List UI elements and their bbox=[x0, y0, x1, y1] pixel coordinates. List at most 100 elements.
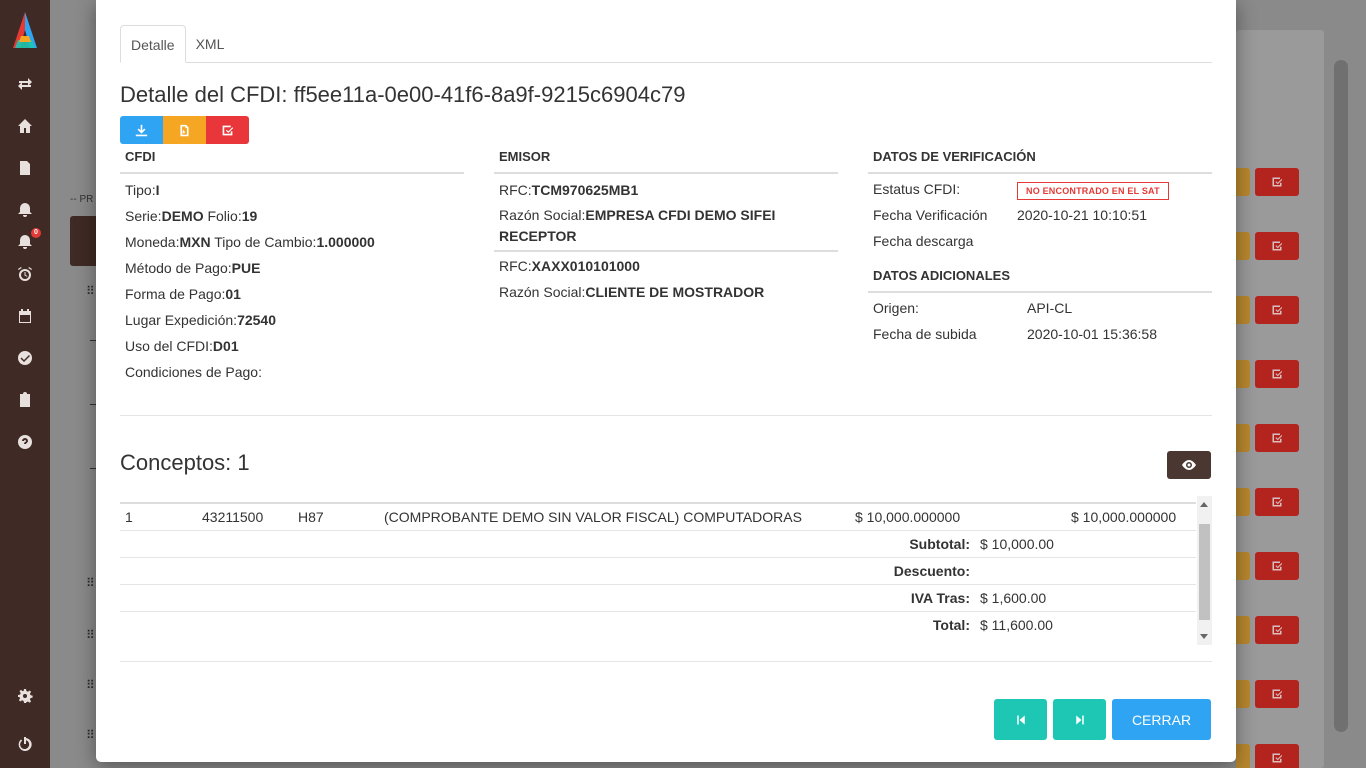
total-row: Total: $ 11,600.00 bbox=[120, 612, 1196, 639]
iva-label: IVA Tras: bbox=[910, 590, 970, 606]
iva-row: IVA Tras: $ 1,600.00 bbox=[120, 585, 1196, 612]
background-verify-button bbox=[1255, 616, 1299, 644]
receptor-heading: RECEPTOR bbox=[499, 228, 577, 244]
iva-value: $ 1,600.00 bbox=[980, 590, 1047, 606]
fecha-subida-value: 2020-10-01 15:36:58 bbox=[1027, 326, 1157, 342]
moneda-value: MXN bbox=[179, 234, 211, 250]
bell-alert-icon[interactable]: 0 bbox=[15, 228, 41, 252]
close-button[interactable]: CERRAR bbox=[1112, 699, 1211, 740]
background-verify-button bbox=[1255, 680, 1299, 708]
bell-icon[interactable] bbox=[15, 200, 35, 220]
next-button[interactable] bbox=[1053, 699, 1106, 740]
eye-icon bbox=[1182, 460, 1196, 470]
subtotal-row: Subtotal: $ 10,000.00 bbox=[120, 531, 1196, 558]
tab-xml[interactable]: XML bbox=[186, 25, 235, 63]
scroll-down-icon[interactable] bbox=[1200, 634, 1208, 639]
toggle-columns-button[interactable] bbox=[1167, 451, 1211, 479]
calendar-icon[interactable] bbox=[15, 306, 35, 326]
background-scrollbar[interactable] bbox=[1334, 60, 1348, 732]
background-verify-button bbox=[1255, 488, 1299, 516]
skip-previous-icon bbox=[1016, 715, 1025, 724]
settings-icon[interactable] bbox=[15, 686, 35, 706]
swap-icon[interactable] bbox=[15, 74, 35, 94]
verification-section: DATOS DE VERIFICACIÓN Estatus CFDI: NO EN… bbox=[868, 146, 1212, 347]
table-row: 1 43211500 H87 (COMPROBANTE DEMO SIN VAL… bbox=[120, 504, 1196, 531]
fecha-descarga-label: Fecha descarga bbox=[873, 233, 974, 249]
verify-button[interactable] bbox=[206, 116, 249, 144]
background-orange-button bbox=[1236, 680, 1250, 708]
power-icon[interactable] bbox=[15, 734, 35, 754]
home-icon[interactable] bbox=[15, 116, 35, 136]
forma-pago-value: 01 bbox=[225, 286, 241, 302]
pdf-file-icon bbox=[180, 124, 189, 136]
skip-next-icon bbox=[1075, 715, 1084, 724]
emisor-section: EMISOR RFC:TCM970625MB1 Razón Social:EMP… bbox=[494, 146, 838, 305]
serie-folio-field: Serie:DEMO Folio:19 bbox=[120, 203, 464, 229]
scroll-thumb[interactable] bbox=[1199, 524, 1210, 620]
previous-button[interactable] bbox=[994, 699, 1047, 740]
background-verify-button bbox=[1255, 232, 1299, 260]
estatus-label: Estatus CFDI: bbox=[873, 181, 961, 197]
background-drag-handle: ⠿ bbox=[86, 284, 95, 298]
tipo-cambio-label: Tipo de Cambio: bbox=[214, 234, 317, 250]
uso-cfdi-field: Uso del CFDI:D01 bbox=[120, 333, 464, 359]
cantidad-cell: 1 bbox=[125, 509, 133, 525]
background-verify-button bbox=[1255, 296, 1299, 324]
lugar-expedicion-value: 72540 bbox=[237, 312, 277, 328]
page-title: Detalle del CFDI: ff5ee11a-0e00-41f6-8a9… bbox=[120, 82, 686, 107]
background-verify-button bbox=[1255, 424, 1299, 452]
download-xml-button[interactable] bbox=[120, 116, 163, 144]
table-scrollbar[interactable] bbox=[1197, 496, 1212, 645]
total-value: $ 11,600.00 bbox=[980, 617, 1053, 633]
receptor-rfc-label: RFC: bbox=[499, 258, 532, 274]
valor-unitario-cell: $ 10,000.000000 bbox=[855, 509, 961, 525]
metodo-pago-label: Método de Pago: bbox=[125, 260, 232, 276]
conceptos-title: Conceptos: 1 bbox=[120, 450, 250, 475]
notification-badge: 0 bbox=[31, 228, 41, 238]
scroll-up-icon[interactable] bbox=[1200, 502, 1208, 507]
background-verify-button bbox=[1255, 360, 1299, 388]
alarm-clock-icon[interactable] bbox=[15, 264, 35, 284]
check-circle-icon[interactable] bbox=[15, 348, 35, 368]
estatus-row: Estatus CFDI: NO ENCONTRADO EN EL SAT bbox=[868, 176, 1212, 202]
tipo-value: I bbox=[155, 182, 160, 198]
descripcion-cell: (COMPROBANTE DEMO SIN VALOR FISCAL) COMP… bbox=[384, 509, 802, 525]
tipo-cambio-value: 1.000000 bbox=[316, 234, 375, 250]
lugar-expedicion-label: Lugar Expedición: bbox=[125, 312, 238, 328]
conceptos-table[interactable]: 1 43211500 H87 (COMPROBANTE DEMO SIN VAL… bbox=[120, 490, 1212, 645]
cfdi-detail-modal: Detalle XML Detalle del CFDI: ff5ee11a-0… bbox=[96, 0, 1236, 762]
emisor-rfc-label: RFC: bbox=[499, 182, 532, 198]
lugar-expedicion-field: Lugar Expedición:72540 bbox=[120, 307, 464, 333]
receptor-rfc-value: XAXX010101000 bbox=[531, 258, 640, 274]
metodo-pago-value: PUE bbox=[231, 260, 261, 276]
table-header bbox=[120, 490, 1196, 504]
emisor-heading: EMISOR bbox=[494, 146, 838, 174]
emisor-details: RFC:TCM970625MB1 Razón Social:EMPRESA CF… bbox=[494, 177, 838, 252]
app-logo[interactable] bbox=[9, 10, 41, 52]
background-orange-button bbox=[1236, 744, 1250, 768]
tipo-label: Tipo: bbox=[125, 182, 156, 198]
section-divider bbox=[120, 415, 1212, 416]
additional-data-heading: DATOS ADICIONALES bbox=[868, 265, 1212, 293]
background-orange-button bbox=[1236, 360, 1250, 388]
background-orange-button bbox=[1236, 488, 1250, 516]
background-orange-button bbox=[1236, 168, 1250, 196]
folio-label: Folio: bbox=[207, 208, 242, 224]
receptor-rfc-field: RFC:XAXX010101000 bbox=[494, 253, 838, 279]
forma-pago-label: Forma de Pago: bbox=[125, 286, 226, 302]
clipboard-icon[interactable] bbox=[15, 390, 35, 410]
origen-row: Origen: API-CL bbox=[868, 295, 1212, 321]
fecha-subida-row: Fecha de subida 2020-10-01 15:36:58 bbox=[868, 321, 1212, 347]
tab-detalle[interactable]: Detalle bbox=[120, 25, 186, 63]
download-pdf-button[interactable] bbox=[163, 116, 206, 144]
help-icon[interactable] bbox=[15, 432, 35, 452]
descuento-row: Descuento: bbox=[120, 558, 1196, 585]
background-orange-button bbox=[1236, 552, 1250, 580]
condiciones-pago-field: Condiciones de Pago: bbox=[120, 359, 464, 385]
uso-cfdi-value: D01 bbox=[212, 338, 239, 354]
total-label: Total: bbox=[932, 617, 970, 633]
document-icon[interactable] bbox=[15, 158, 35, 178]
descuento-value bbox=[980, 558, 1196, 584]
fecha-verificacion-label: Fecha Verificación bbox=[873, 207, 988, 223]
clave-cell: 43211500 bbox=[202, 509, 264, 525]
